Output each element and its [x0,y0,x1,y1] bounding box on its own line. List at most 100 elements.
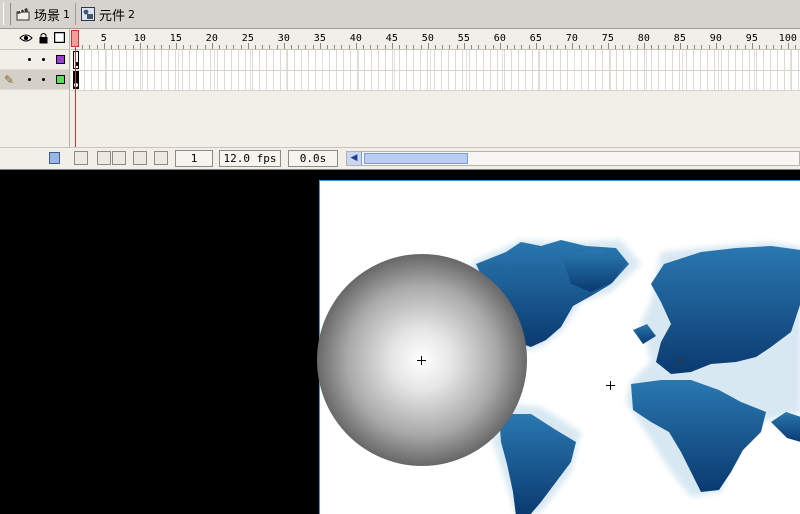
layer-lock-toggle[interactable] [42,58,45,61]
scene-number: 1 [63,7,71,21]
frame-tick [550,45,552,49]
frame-tick [766,45,768,49]
frame-tick [190,45,192,49]
frame-tick [233,45,235,49]
frame-tick [751,43,753,49]
scroll-left-icon[interactable]: ◀ [347,152,362,165]
frame-tick [168,45,170,49]
frame-tick [204,45,206,49]
layer-outline-color[interactable] [56,55,65,64]
frame-row-divider [71,70,800,71]
frame-tick [427,43,429,49]
modify-onion-markers-button[interactable] [154,151,168,165]
frame-tick [528,45,530,49]
frame-tick [535,43,537,49]
frame-tick [103,43,105,49]
scene-breadcrumb[interactable]: 场景 1 [11,3,75,25]
frame-tick [197,45,199,49]
frame-tick [175,43,177,49]
frame-tick [219,45,220,49]
layer-lock-toggle[interactable] [42,78,45,81]
frame-tick [341,45,343,49]
frame-tick [521,45,523,49]
frame-tick [507,45,508,49]
frame-tick [118,45,120,49]
frame-grid[interactable] [71,50,800,91]
frame-tick [406,45,408,49]
frame-tick [363,45,364,49]
frame-tick [607,43,609,49]
frame-tick [96,45,98,49]
timeline-status-bar: 1 12.0 fps 0.0s ◀ [0,147,800,169]
frame-tick [247,43,249,49]
frame-tick [701,45,703,49]
frame-tick [420,45,422,49]
frame-tick [499,43,501,49]
lock-icon[interactable] [39,32,48,47]
layer-visible-toggle[interactable] [28,58,31,61]
symbol-label: 元件 [99,8,126,24]
frame-tick [449,45,451,49]
frame-tick [672,45,674,49]
delete-layer-icon[interactable] [49,152,60,164]
frame-tick [478,45,480,49]
frame-tick [593,45,595,49]
transform-point-icon[interactable] [677,357,684,364]
frame-tick [730,45,732,49]
frame-tick [89,45,91,49]
frame-tick [795,45,796,49]
frame-tick [679,43,681,49]
layer-outline-color[interactable] [56,75,65,84]
frame-rate-field[interactable]: 12.0 fps [219,150,281,167]
toolbar-grip[interactable] [3,3,11,25]
frame-row-divider [71,90,800,91]
frame-tick [687,45,688,49]
symbol-breadcrumb[interactable]: 元件 2 [75,3,140,25]
frame-tick [384,45,386,49]
frame-tick [348,45,350,49]
keyframe-layer-2[interactable] [73,71,79,89]
frame-tick [708,45,710,49]
layer-visible-toggle[interactable] [28,78,31,81]
layer-row-1[interactable] [0,50,69,70]
frame-tick [319,43,321,49]
edit-bar: 场景 1 元件 2 [0,0,800,29]
playhead-line [75,48,76,148]
layer-row-2[interactable]: ✎ [0,70,69,90]
frame-tick [355,43,357,49]
stage-area[interactable] [0,169,800,514]
frame-tick [211,43,213,49]
frame-tick [600,45,602,49]
outline-icon[interactable] [53,31,66,46]
frame-tick [111,45,112,49]
eye-icon[interactable] [19,33,33,46]
frame-tick [658,45,660,49]
scroll-thumb[interactable] [364,153,468,164]
frame-tick [557,45,559,49]
frame-tick [586,45,588,49]
frame-tick [291,45,292,49]
frame-tick [571,43,573,49]
frame-tick [492,45,494,49]
elapsed-time-field: 0.0s [288,150,338,167]
frame-ruler[interactable]: 1510152025303540455055606570758085909510… [71,29,800,50]
center-frame-button[interactable] [74,151,88,165]
frame-tick [737,45,739,49]
keyframe-layer-1[interactable] [73,51,79,69]
frame-tick [327,45,328,49]
timeline-horizontal-scrollbar[interactable]: ◀ [346,151,800,166]
frame-tick [139,43,141,49]
frame-tick [147,45,148,49]
frame-tick [615,45,616,49]
frame-tick [442,45,444,49]
frame-tick [456,45,458,49]
frame-tick [629,45,631,49]
frame-tick [305,45,307,49]
edit-multiple-frames-button[interactable] [133,151,147,165]
registration-crosshair [606,381,615,390]
onion-outlines-button[interactable] [112,151,126,165]
frame-tick [377,45,379,49]
frame-tick [579,45,580,49]
onion-skin-button[interactable] [97,151,111,165]
playhead[interactable] [71,30,79,47]
